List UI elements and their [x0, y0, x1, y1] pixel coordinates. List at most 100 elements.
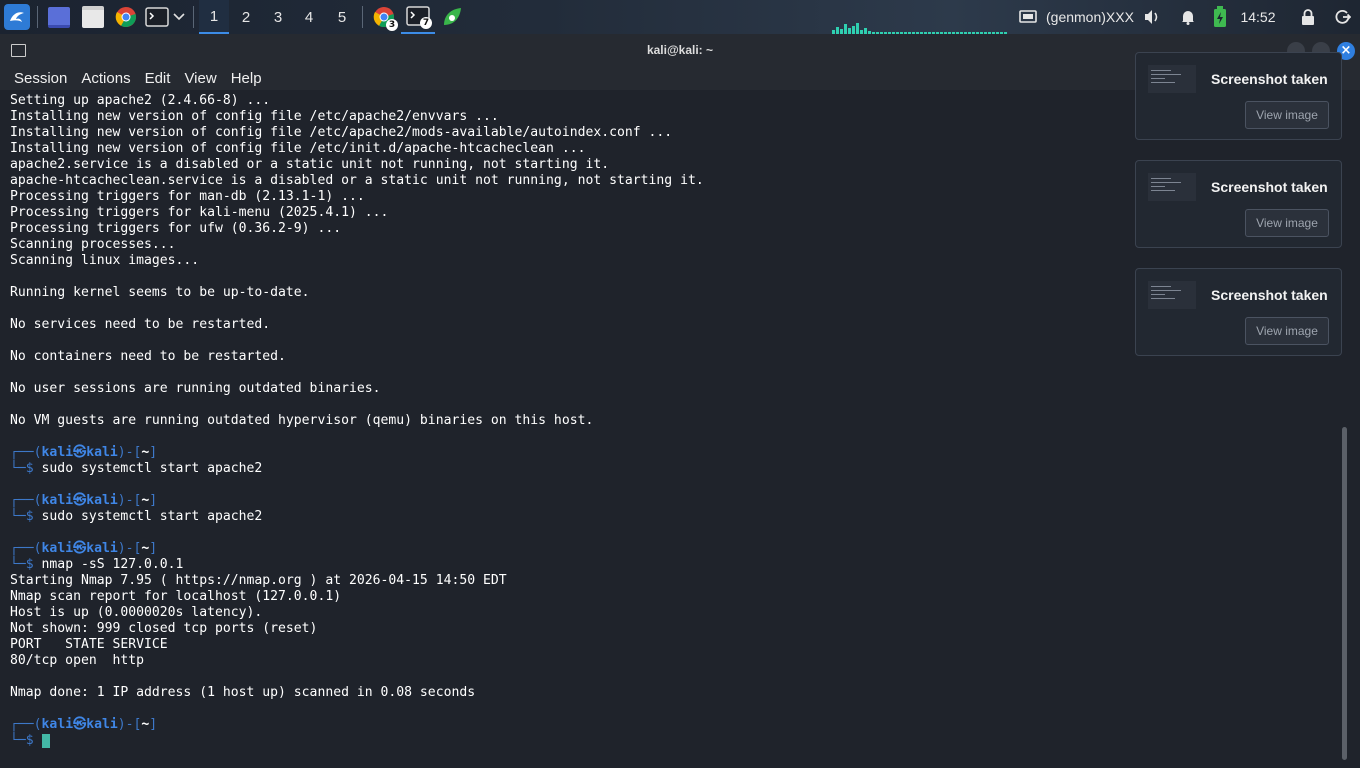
terminal-line: Host is up (0.0000020s latency). [10, 605, 262, 621]
output-text: PORT STATE SERVICE [10, 637, 168, 652]
output-text: Processing triggers for kali-menu (2025.… [10, 205, 389, 220]
prompt-symbol: └─$ [10, 509, 34, 524]
text-cursor [41, 733, 50, 748]
panel-separator [37, 6, 38, 28]
clock[interactable]: 14:52 [1238, 0, 1278, 34]
prompt-bracket: )-[ [117, 493, 142, 508]
prompt-host: kali [86, 445, 118, 460]
output-text: Setting up apache2 (2.4.66-8) ... [10, 93, 271, 108]
view-image-button[interactable]: View image [1245, 317, 1329, 345]
panel-separator [362, 6, 363, 28]
terminal-line: Running kernel seems to be up-to-date. [10, 285, 310, 301]
menu-edit[interactable]: Edit [131, 70, 171, 87]
task-chrome[interactable]: 3 [367, 0, 401, 34]
launcher-dropdown[interactable] [170, 0, 188, 34]
prompt-host: kali [86, 493, 118, 508]
top-panel: 1 2 3 4 5 3 7 (genmon)XXX 14:52 [0, 0, 1360, 34]
prompt-user: kali [41, 493, 74, 508]
terminal-line: apache2.service is a disabled or a stati… [10, 157, 609, 173]
terminal-line: apache-htcacheclean.service is a disable… [10, 173, 704, 189]
prompt-user: kali [41, 541, 74, 556]
output-text: Nmap done: 1 IP address (1 host up) scan… [10, 685, 476, 700]
terminal-icon [145, 7, 169, 27]
prompt-user: kali [41, 445, 74, 460]
output-text: Nmap scan report for localhost (127.0.0.… [10, 589, 342, 604]
terminal-line: Scanning processes... [10, 237, 176, 253]
notification-title: Screenshot taken [1211, 287, 1328, 303]
window-count-badge: 3 [386, 19, 398, 31]
prompt-host: kali [86, 541, 118, 556]
terminal-line: Nmap scan report for localhost (127.0.0.… [10, 589, 341, 605]
lock-screen-button[interactable] [1296, 0, 1320, 34]
prompt-user: kali [41, 717, 74, 732]
screenshot-thumbnail[interactable] [1148, 173, 1196, 201]
output-text: apache-htcacheclean.service is a disable… [10, 173, 704, 188]
notifications-button[interactable] [1176, 0, 1200, 34]
terminal-line: Not shown: 999 closed tcp ports (reset) [10, 621, 317, 637]
window-count-badge: 7 [420, 17, 432, 29]
task-app[interactable] [435, 0, 469, 34]
output-text: Installing new version of config file /e… [10, 125, 673, 140]
battery-indicator[interactable] [1208, 0, 1232, 34]
prompt-bracket: )-[ [117, 717, 142, 732]
chrome-icon [115, 7, 136, 28]
terminal-line: Processing triggers for ufw (0.36.2-9) .… [10, 221, 341, 237]
output-text: apache2.service is a disabled or a stati… [10, 157, 610, 172]
notification-card: Screenshot taken View image [1135, 52, 1342, 140]
kali-dragon-icon [4, 4, 30, 30]
workspace-3[interactable]: 3 [263, 0, 293, 34]
prompt-line: ┌──(kali㉿kali)-[~] [10, 541, 157, 557]
workspace-4[interactable]: 4 [294, 0, 324, 34]
workspace-2[interactable]: 2 [231, 0, 261, 34]
screenshot-thumbnail[interactable] [1148, 281, 1196, 309]
task-terminal[interactable]: 7 [401, 0, 435, 34]
battery-charging-icon [1214, 6, 1226, 27]
command-text: nmap -sS 127.0.0.1 [33, 557, 184, 572]
terminal-line: PORT STATE SERVICE [10, 637, 168, 653]
terminal-line: Installing new version of config file /e… [10, 125, 672, 141]
output-text: Host is up (0.0000020s latency). [10, 605, 263, 620]
output-text: Running kernel seems to be up-to-date. [10, 285, 310, 300]
workspace-1[interactable]: 1 [199, 0, 229, 34]
prompt-bracket: ] [149, 541, 158, 556]
lock-icon [1302, 9, 1314, 25]
menu-view[interactable]: View [170, 70, 216, 87]
screenshot-thumbnail[interactable] [1148, 65, 1196, 93]
workspace-launcher[interactable] [46, 0, 72, 34]
menu-actions[interactable]: Actions [67, 70, 130, 87]
panel-separator [193, 6, 194, 28]
view-image-button[interactable]: View image [1245, 209, 1329, 237]
terminal-line: Starting Nmap 7.95 ( https://nmap.org ) … [10, 573, 507, 589]
logout-button[interactable] [1331, 0, 1355, 34]
menu-help[interactable]: Help [217, 70, 262, 87]
prompt-host: kali [86, 717, 118, 732]
terminal-launcher[interactable] [144, 0, 170, 34]
prompt-at: ㉿ [73, 445, 87, 460]
terminal-line: Nmap done: 1 IP address (1 host up) scan… [10, 685, 475, 701]
prompt-bracket: ┌──( [10, 541, 42, 556]
display-indicator[interactable] [1016, 0, 1040, 34]
prompt-line: ┌──(kali㉿kali)-[~] [10, 717, 157, 733]
kali-menu-button[interactable] [2, 0, 32, 34]
output-text: Processing triggers for man-db (2.13.1-1… [10, 189, 365, 204]
output-text: Scanning linux images... [10, 253, 200, 268]
terminal-scrollbar[interactable] [1342, 427, 1347, 760]
prompt-bracket: ] [149, 717, 158, 732]
output-text: No user sessions are running outdated bi… [10, 381, 381, 396]
prompt-symbol: └─$ [10, 557, 34, 572]
volume-button[interactable] [1140, 0, 1164, 34]
chrome-launcher[interactable] [113, 0, 139, 34]
file-manager-launcher[interactable] [80, 0, 106, 34]
notification-title: Screenshot taken [1211, 179, 1328, 195]
view-image-button[interactable]: View image [1245, 101, 1329, 129]
terminal-line: Processing triggers for kali-menu (2025.… [10, 205, 388, 221]
terminal-line: Setting up apache2 (2.4.66-8) ... [10, 93, 270, 109]
active-prompt-line: └─$ [10, 733, 50, 749]
terminal-line: Installing new version of config file /e… [10, 109, 499, 125]
terminal-line: No VM guests are running outdated hyperv… [10, 413, 593, 429]
command-text: sudo systemctl start apache2 [33, 461, 263, 476]
menu-session[interactable]: Session [0, 70, 67, 87]
notification-card: Screenshot taken View image [1135, 160, 1342, 248]
workspace-5[interactable]: 5 [327, 0, 357, 34]
prompt-line: ┌──(kali㉿kali)-[~] [10, 493, 157, 509]
